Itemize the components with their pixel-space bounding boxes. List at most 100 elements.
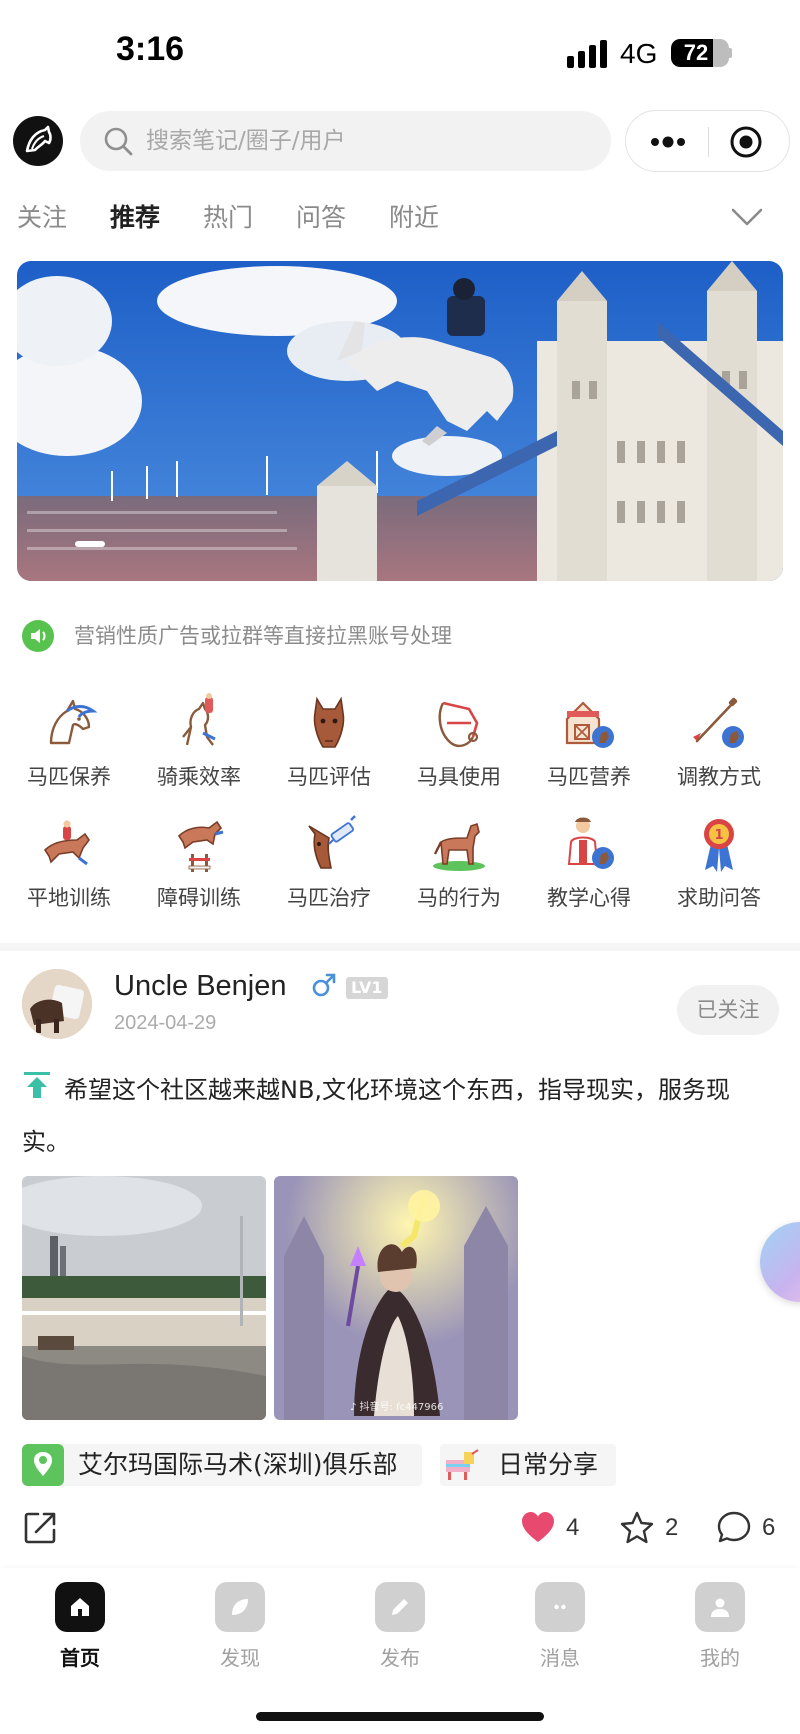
category-horse-evaluation[interactable]: 马匹评估 xyxy=(264,693,394,803)
section-divider xyxy=(0,943,800,951)
sorceress-fantasy-art xyxy=(274,1176,518,1420)
image-watermark: ♪ 抖音号: fc447966 xyxy=(350,1402,444,1413)
status-time: 3:16 xyxy=(116,30,185,68)
favorite-button[interactable]: 2 xyxy=(619,1508,699,1548)
capsule-divider xyxy=(708,127,709,157)
heart-icon xyxy=(522,1512,554,1542)
category-jump-training[interactable]: 障碍训练 xyxy=(134,814,264,924)
instructor-icon xyxy=(567,817,614,869)
category-label: 马具使用 xyxy=(417,765,501,789)
show-jumping-photo xyxy=(17,261,783,581)
category-label: 骑乘效率 xyxy=(157,765,241,789)
tab-hot[interactable]: 热门 xyxy=(203,200,253,240)
category-tack-usage[interactable]: 马具使用 xyxy=(394,693,524,803)
comment-button[interactable]: 6 xyxy=(716,1508,796,1548)
riding-crop-icon xyxy=(693,697,744,748)
standing-horse-icon xyxy=(433,822,485,871)
category-flatwork[interactable]: 平地训练 xyxy=(4,814,134,924)
home-indicator[interactable] xyxy=(256,1712,544,1721)
riding-horse-icon xyxy=(182,693,216,746)
battery-icon: 72 xyxy=(671,39,729,67)
app-page: 3:16 4G 72 搜索笔记/圈子/用户 关注 推荐 热门 问答 附近 营销性… xyxy=(0,0,800,1734)
topic-tag[interactable]: 日常分享 xyxy=(440,1444,616,1486)
compass-leaf-icon xyxy=(215,1582,265,1632)
search-input[interactable] xyxy=(146,111,586,171)
rosette-award-icon: 1 xyxy=(704,819,734,872)
author-name[interactable]: Uncle Benjen xyxy=(114,970,287,1003)
avatar[interactable] xyxy=(22,969,92,1039)
star-icon xyxy=(620,1511,654,1544)
notice-text: 营销性质广告或拉群等直接拉黑账号处理 xyxy=(74,624,452,648)
battery-level: 72 xyxy=(683,40,709,65)
search-bar[interactable] xyxy=(80,111,611,171)
signal-bars-icon xyxy=(567,40,607,68)
feed-tabs: 关注 推荐 热门 问答 附近 xyxy=(0,200,800,240)
feed-barn-icon xyxy=(565,701,614,748)
category-label: 马匹治疗 xyxy=(287,886,371,910)
notice-bar: 营销性质广告或拉群等直接拉黑账号处理 xyxy=(22,620,782,652)
category-horse-nutrition[interactable]: 马匹营养 xyxy=(524,693,654,803)
network-type: 4G xyxy=(620,38,658,69)
category-training-methods[interactable]: 调教方式 xyxy=(654,693,784,803)
category-horse-behavior[interactable]: 马的行为 xyxy=(394,814,524,924)
floating-assistant-button[interactable] xyxy=(760,1222,800,1302)
jumping-horse-icon xyxy=(177,820,224,872)
horse-head-logo-icon[interactable] xyxy=(13,116,63,166)
chat-bubble-icon xyxy=(717,1511,751,1543)
nav-label: 发现 xyxy=(220,1646,260,1670)
svg-text:1: 1 xyxy=(714,828,723,843)
location-pin-icon xyxy=(22,1444,64,1486)
tab-nearby[interactable]: 附近 xyxy=(389,200,439,240)
nav-home[interactable]: 首页 xyxy=(20,1582,140,1682)
location-tag[interactable]: 艾尔玛国际马术(深圳)俱乐部 xyxy=(22,1444,422,1486)
male-symbol-icon xyxy=(312,973,336,997)
like-button[interactable]: 4 xyxy=(520,1508,600,1548)
like-count: 4 xyxy=(566,1514,580,1541)
favorite-count: 2 xyxy=(665,1514,679,1541)
banner-carousel[interactable] xyxy=(17,261,783,581)
nav-messages[interactable]: 消息 xyxy=(500,1582,620,1682)
pencil-icon xyxy=(375,1582,425,1632)
post-text[interactable]: 希望这个社区越来越NB,文化环境这个东西，指导现实，服务现实。 xyxy=(22,1064,778,1168)
tab-follow[interactable]: 关注 xyxy=(17,200,67,240)
tab-recommend[interactable]: 推荐 xyxy=(110,200,160,240)
search-icon xyxy=(104,127,133,156)
tab-qa[interactable]: 问答 xyxy=(296,200,346,240)
share-icon[interactable] xyxy=(22,1510,58,1546)
more-dots-icon[interactable] xyxy=(646,127,690,157)
category-horse-care[interactable]: 马匹保养 xyxy=(4,693,134,803)
category-help-qa[interactable]: 1 求助问答 xyxy=(654,814,784,924)
category-label: 马的行为 xyxy=(417,886,501,910)
pinata-icon xyxy=(446,1449,479,1480)
nav-label: 首页 xyxy=(60,1646,100,1670)
battery-tip xyxy=(728,48,732,58)
category-label: 求助问答 xyxy=(677,886,761,910)
horse-syringe-icon xyxy=(308,815,356,869)
post-image-arena[interactable] xyxy=(22,1176,266,1420)
comment-count: 6 xyxy=(762,1514,776,1541)
post-date: 2024-04-29 xyxy=(114,1012,217,1034)
category-label: 障碍训练 xyxy=(157,886,241,910)
mini-program-capsule xyxy=(625,110,790,172)
follow-button[interactable]: 已关注 xyxy=(677,985,779,1035)
status-bar: 3:16 4G 72 xyxy=(0,0,800,100)
category-label: 马匹营养 xyxy=(547,765,631,789)
bridle-icon xyxy=(438,701,479,748)
level-badge: LV1 xyxy=(346,977,388,999)
location-tag-label: 艾尔玛国际马术(深圳)俱乐部 xyxy=(78,1450,398,1479)
category-horse-treatment[interactable]: 马匹治疗 xyxy=(264,814,394,924)
category-teaching-insights[interactable]: 教学心得 xyxy=(524,814,654,924)
category-label: 教学心得 xyxy=(547,886,631,910)
category-label: 平地训练 xyxy=(27,886,111,910)
topic-tag-label: 日常分享 xyxy=(498,1450,599,1479)
target-circle-icon[interactable] xyxy=(729,125,763,159)
category-label: 马匹评估 xyxy=(287,765,371,789)
category-riding-efficiency[interactable]: 骑乘效率 xyxy=(134,693,264,803)
nav-publish[interactable]: 发布 xyxy=(340,1582,460,1682)
chevron-down-icon[interactable] xyxy=(730,206,764,228)
nav-profile[interactable]: 我的 xyxy=(660,1582,780,1682)
post-image-fantasy[interactable]: ♪ 抖音号: fc447966 xyxy=(274,1176,518,1420)
carousel-dot-active xyxy=(75,541,105,547)
home-icon xyxy=(55,1582,105,1632)
nav-discover[interactable]: 发现 xyxy=(180,1582,300,1682)
